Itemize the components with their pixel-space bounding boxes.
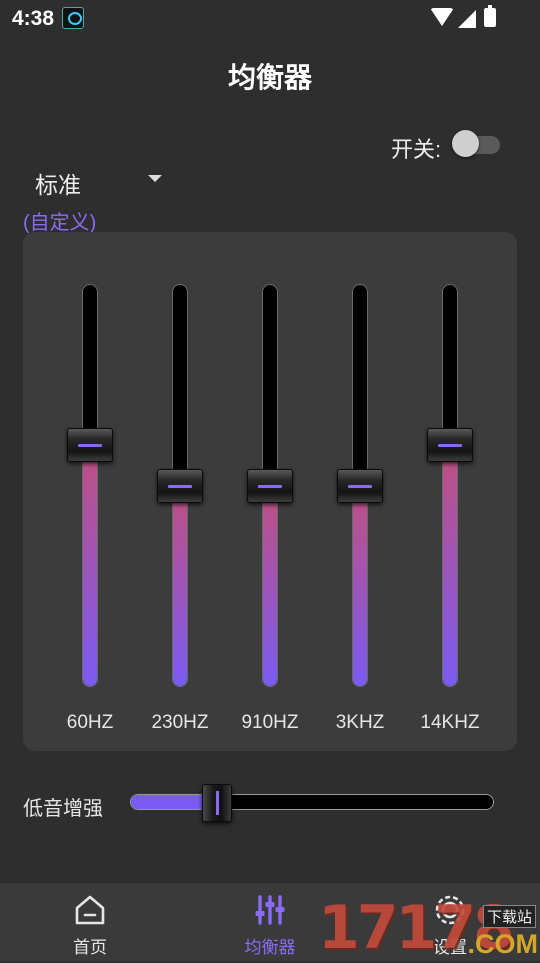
- band-slider-track[interactable]: [82, 284, 98, 687]
- band-slider-fill: [263, 484, 277, 686]
- battery-icon: [484, 5, 496, 27]
- dropdown-arrow-icon: [148, 175, 162, 182]
- nav-item-home[interactable]: 首页: [0, 883, 180, 961]
- bass-slider-track[interactable]: [130, 794, 494, 810]
- nav-label-home: 首页: [73, 938, 107, 957]
- band-slider-knob[interactable]: [337, 468, 383, 503]
- status-icons: [430, 5, 500, 30]
- band-slider-track[interactable]: [442, 284, 458, 687]
- band-14khz: 14KHZ: [405, 232, 495, 751]
- band-slider-knob[interactable]: [67, 428, 113, 463]
- cellular-signal-icon: [458, 10, 476, 28]
- home-icon: [75, 895, 105, 925]
- band-slider-fill: [353, 484, 367, 686]
- app-notification-icon: [62, 7, 84, 29]
- band-label: 910HZ: [241, 712, 299, 733]
- band-label: 230HZ: [151, 712, 209, 733]
- status-time: 4:38: [12, 7, 55, 30]
- custom-preset-tag: (自定义): [23, 212, 97, 234]
- watermark-download-text: 下载站: [482, 905, 536, 928]
- band-910hz: 910HZ: [225, 232, 315, 751]
- band-label: 3KHZ: [335, 712, 385, 733]
- wifi-icon: [430, 8, 454, 26]
- equalizer-icon: [255, 895, 285, 925]
- bass-boost-slider[interactable]: [130, 784, 494, 822]
- power-toggle-thumb[interactable]: [452, 130, 479, 157]
- page-title: 均衡器: [227, 62, 312, 93]
- power-toggle[interactable]: [452, 130, 500, 157]
- equalizer-panel: 60HZ 230HZ 910HZ 3KHZ 14KHZ: [23, 232, 517, 751]
- preset-selected-value: 标准: [35, 172, 81, 198]
- band-slider-fill: [443, 444, 457, 686]
- band-label: 14KHZ: [420, 712, 480, 733]
- site-watermark-logo: 17178 下载站 .COM: [318, 897, 540, 960]
- band-slider-fill: [83, 444, 97, 686]
- band-slider-knob[interactable]: [427, 428, 473, 463]
- band-slider-fill: [173, 484, 187, 686]
- band-230hz: 230HZ: [135, 232, 225, 751]
- power-switch-label: 开关:: [391, 137, 442, 162]
- band-slider-knob[interactable]: [247, 468, 293, 503]
- band-3khz: 3KHZ: [315, 232, 405, 751]
- bass-boost-label: 低音增强: [23, 798, 103, 820]
- watermark-domain: .COM: [467, 929, 539, 959]
- bass-slider-knob[interactable]: [202, 784, 233, 822]
- band-label: 60HZ: [66, 712, 114, 733]
- band-60hz: 60HZ: [45, 232, 135, 751]
- preset-dropdown[interactable]: 标准: [35, 164, 175, 198]
- status-bar: 4:38: [0, 0, 540, 36]
- band-slider-knob[interactable]: [157, 468, 203, 503]
